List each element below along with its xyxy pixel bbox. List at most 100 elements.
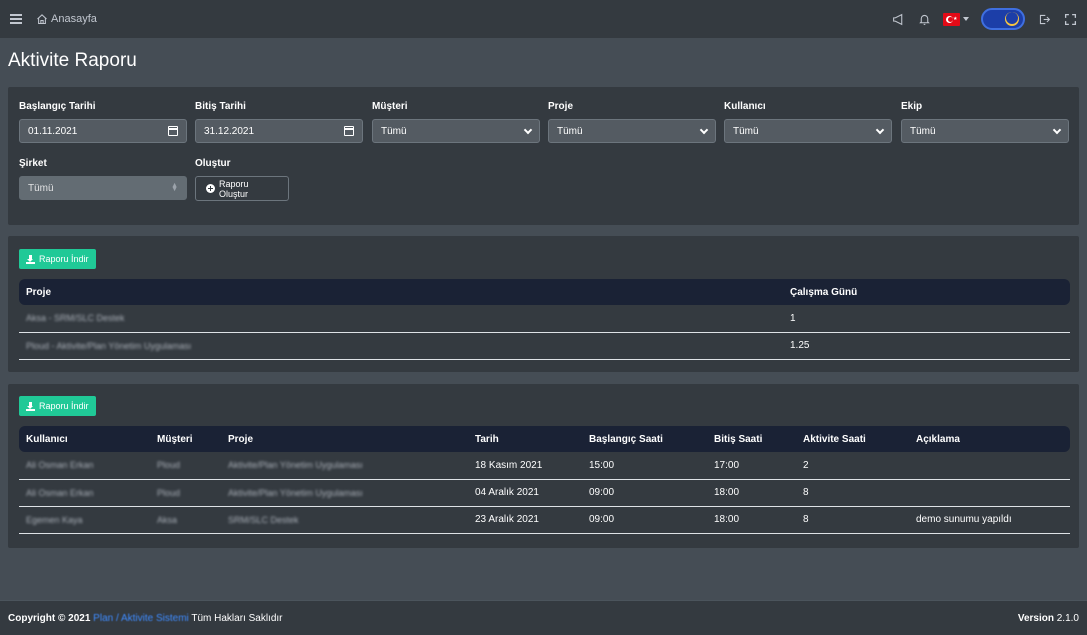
customer-label: Müşteri [372,101,408,112]
plus-circle-icon [206,184,215,193]
end-date-input[interactable]: 31.12.2021 [195,119,363,143]
project-value: Tümü [557,125,583,137]
app-name-link[interactable]: Plan / Aktivite Sistemi [93,613,189,624]
bell-icon[interactable] [917,12,931,26]
date-cell: 04 Aralık 2021 [468,479,582,507]
logout-icon[interactable] [1037,12,1051,26]
customer-value: Tümü [381,125,407,137]
version-value: 2.1.0 [1056,612,1079,624]
customer-cell: Ploud [150,479,221,507]
calendar-icon[interactable] [344,126,354,136]
end-date-field: Bitiş Tarihi 31.12.2021 [195,101,363,143]
project-field: Proje Tümü [548,101,716,143]
caret-down-icon [963,17,969,21]
team-value: Tümü [910,125,936,137]
team-field: Ekip Tümü [901,101,1069,143]
download-report-button[interactable]: Raporu İndir [19,396,96,416]
menu-icon[interactable] [10,14,22,24]
activity-hours-cell: 8 [796,479,909,507]
filter-card: Başlangıç Tarihi 01.11.2021 Bitiş Tarihi… [8,87,1079,225]
create-label: Oluştur [195,158,231,169]
column-header: Proje [228,433,254,445]
turkish-flag-icon: ★ [943,12,960,26]
project-select[interactable]: Tümü [548,119,716,143]
version-text: Version 2.1.0 [1018,613,1079,624]
column-header: Tarih [475,433,499,445]
description-cell [909,479,1070,507]
column-header: Açıklama [916,433,960,445]
activity-hours-cell: 8 [796,506,909,534]
customer-select[interactable]: Tümü [372,119,540,143]
language-selector[interactable]: ★ [943,12,969,26]
project-cell: Aksa - SRM/SLC Destek [19,305,783,333]
select-arrows-icon: ▲ ▼ [171,182,178,193]
column-header: Aktivite Saati [803,433,866,445]
user-cell: Egemen Kaya [19,506,150,534]
column-header: Kullanıcı [26,433,68,445]
end-time-cell: 18:00 [707,479,796,507]
copyright-prefix: Copyright © 2021 [8,612,91,624]
dark-mode-toggle[interactable] [981,8,1025,30]
calendar-icon[interactable] [168,126,178,136]
description-cell: demo sunumu yapıldı [909,506,1070,534]
fullscreen-icon[interactable] [1063,12,1077,26]
megaphone-icon[interactable] [891,12,905,26]
column-header: Bitiş Saati [714,433,763,445]
team-label: Ekip [901,101,923,112]
home-link[interactable]: Anasayfa [36,13,97,25]
summary-card: Raporu İndir Proje Çalışma Günü Aksa - S… [8,236,1079,372]
home-label: Anasayfa [51,13,97,25]
table-row: Ploud - Aktivite/Plan Yönetim Uygulaması… [19,332,1070,360]
user-field: Kullanıcı Tümü [724,101,892,143]
company-select[interactable]: Tümü ▲ ▼ [19,176,187,200]
start-time-cell: 15:00 [582,452,707,480]
table-header-row: Proje Çalışma Günü [19,279,1070,305]
table-header-row: Kullanıcı Müşteri Proje Tarih Başlangıç … [19,426,1070,452]
column-header: Başlangıç Saati [589,433,663,445]
start-date-field: Başlangıç Tarihi 01.11.2021 [19,101,187,143]
customer-cell: Aksa [150,506,221,534]
download-report-label: Raporu İndir [39,401,89,411]
customer-field: Müşteri Tümü [372,101,540,143]
column-header: Müşteri [157,433,193,445]
table-row: Ali Osman Erkan Ploud Aktivite/Plan Yöne… [19,479,1070,507]
project-cell: Aktivite/Plan Yönetim Uygulaması [221,452,468,480]
user-select[interactable]: Tümü [724,119,892,143]
project-label: Proje [548,101,574,112]
footer: Copyright © 2021 Plan / Aktivite Sistemi… [0,600,1087,635]
copyright-text: Copyright © 2021 Plan / Aktivite Sistemi… [8,613,283,624]
create-field: Oluştur Raporu Oluştur [195,158,305,201]
column-header: Proje [26,286,52,298]
start-date-label: Başlangıç Tarihi [19,101,96,112]
table-row: Aksa - SRM/SLC Destek 1 [19,305,1070,333]
top-navbar: Anasayfa ★ [0,0,1087,38]
company-field: Şirket Tümü ▲ ▼ [19,158,187,200]
moon-icon [1005,12,1019,26]
user-value: Tümü [733,125,759,137]
page-title: Aktivite Raporu [8,50,137,71]
table-row: Ali Osman Erkan Ploud Aktivite/Plan Yöne… [19,452,1070,480]
download-report-label: Raporu İndir [39,254,89,264]
column-header: Çalışma Günü [790,286,858,298]
table-row: Egemen Kaya Aksa SRM/SLC Destek 23 Aralı… [19,506,1070,534]
detail-card: Raporu İndir Kullanıcı Müşteri Proje Tar… [8,384,1079,548]
work-days-cell: 1.25 [783,332,1070,360]
start-time-cell: 09:00 [582,479,707,507]
activity-table: Kullanıcı Müşteri Proje Tarih Başlangıç … [19,426,1070,534]
start-date-input[interactable]: 01.11.2021 [19,119,187,143]
company-label: Şirket [19,158,47,169]
team-select[interactable]: Tümü [901,119,1069,143]
project-cell: SRM/SLC Destek [221,506,468,534]
download-report-button[interactable]: Raporu İndir [19,249,96,269]
chevron-down-icon [875,125,885,134]
project-cell: Aktivite/Plan Yönetim Uygulaması [221,479,468,507]
end-time-cell: 18:00 [707,506,796,534]
description-cell [909,452,1070,480]
user-label: Kullanıcı [724,101,766,112]
user-cell: Ali Osman Erkan [19,479,150,507]
work-days-cell: 1 [783,305,1070,333]
user-cell: Ali Osman Erkan [19,452,150,480]
create-report-button[interactable]: Raporu Oluştur [195,176,289,201]
end-date-label: Bitiş Tarihi [195,101,246,112]
chevron-down-icon [699,125,709,134]
